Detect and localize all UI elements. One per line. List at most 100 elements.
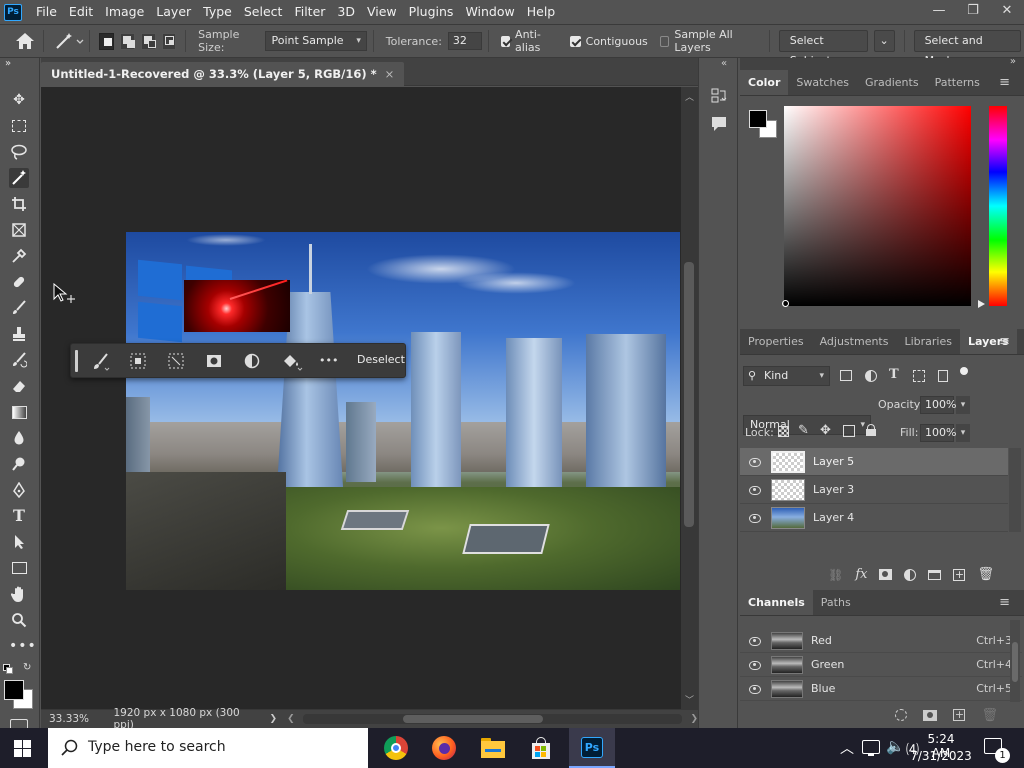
history-panel-icon[interactable] bbox=[709, 86, 729, 106]
fx-icon[interactable]: fx bbox=[855, 567, 867, 582]
filter-type-layers-icon[interactable]: T bbox=[889, 367, 899, 382]
zoom-tool-icon[interactable] bbox=[9, 610, 29, 630]
drag-handle-icon[interactable] bbox=[75, 350, 78, 372]
opacity-slider-icon[interactable]: ▾ bbox=[956, 396, 970, 414]
network-icon[interactable] bbox=[862, 740, 880, 756]
hand-tool-icon[interactable] bbox=[9, 584, 29, 604]
lock-transparent-pixels-icon[interactable] bbox=[778, 426, 789, 437]
tab-adjustments[interactable]: Adjustments bbox=[812, 329, 897, 354]
file-explorer-app-icon[interactable] bbox=[481, 738, 505, 758]
document-tab[interactable]: Untitled-1-Recovered @ 33.3% (Layer 5, R… bbox=[41, 62, 405, 86]
foreground-color-swatch[interactable] bbox=[4, 680, 24, 700]
taskbar-search-box[interactable]: Type here to search bbox=[48, 728, 368, 768]
layer-row[interactable]: Layer 3 bbox=[740, 476, 1008, 504]
anti-alias-checkbox[interactable]: Anti-alias bbox=[500, 28, 558, 54]
horizontal-scrollbar[interactable] bbox=[302, 714, 683, 724]
scroll-thumb[interactable] bbox=[684, 262, 694, 527]
move-tool-icon[interactable]: ✥ bbox=[9, 90, 29, 110]
layer-name[interactable]: Layer 3 bbox=[813, 483, 854, 496]
new-selection-icon[interactable] bbox=[99, 32, 115, 50]
layer-row[interactable]: Layer 5 bbox=[740, 448, 1008, 476]
close-tab-icon[interactable]: × bbox=[385, 67, 395, 81]
vertical-scrollbar[interactable]: ︿ ﹀ bbox=[681, 87, 698, 709]
hue-slider[interactable] bbox=[989, 106, 1007, 306]
menu-filter[interactable]: Filter bbox=[288, 0, 331, 24]
rectangle-tool-icon[interactable] bbox=[9, 558, 29, 578]
menu-plugins[interactable]: Plugins bbox=[403, 0, 460, 24]
zoom-level[interactable]: 33.33% bbox=[49, 713, 105, 725]
filter-toggle-icon[interactable] bbox=[960, 367, 968, 375]
clock-date[interactable]: 7/31/2023 bbox=[910, 749, 972, 763]
frame-tool-icon[interactable] bbox=[9, 220, 29, 240]
layer-filter-kind-dropdown[interactable]: ⚲ Kind ▾ bbox=[743, 366, 830, 386]
visibility-eye-icon[interactable] bbox=[748, 660, 762, 670]
scroll-up-icon[interactable]: ︿ bbox=[685, 90, 694, 103]
lock-artboard-icon[interactable] bbox=[843, 425, 855, 437]
panel-menu-icon[interactable]: ≡ bbox=[991, 70, 1018, 96]
menu-type[interactable]: Type bbox=[197, 0, 238, 24]
scroll-left-icon[interactable]: ❮ bbox=[287, 714, 295, 724]
menu-layer[interactable]: Layer bbox=[150, 0, 197, 24]
fill-slider-icon[interactable]: ▾ bbox=[956, 424, 970, 442]
layer-name[interactable]: Layer 5 bbox=[813, 455, 854, 468]
brush-tool-icon[interactable] bbox=[9, 298, 29, 318]
select-subject-dropdown[interactable]: ⌄ bbox=[873, 30, 895, 52]
panel-menu-icon[interactable]: ≡ bbox=[991, 329, 1018, 355]
quick-mask-icon[interactable] bbox=[10, 719, 28, 728]
close-button[interactable]: ✕ bbox=[990, 0, 1024, 24]
dodge-tool-icon[interactable] bbox=[9, 454, 29, 474]
lock-all-icon[interactable] bbox=[866, 424, 876, 436]
select-and-mask-button[interactable]: Select and Mask... bbox=[913, 30, 1021, 67]
visibility-eye-icon[interactable] bbox=[748, 457, 762, 467]
tab-swatches[interactable]: Swatches bbox=[788, 70, 857, 95]
visibility-eye-icon[interactable] bbox=[748, 513, 762, 523]
gradient-tool-icon[interactable] bbox=[9, 402, 29, 422]
collapse-panel-icon[interactable]: » bbox=[1010, 56, 1016, 67]
more-options-icon[interactable]: ••• bbox=[319, 354, 338, 367]
menu-file[interactable]: File bbox=[30, 0, 63, 24]
lasso-tool-icon[interactable] bbox=[9, 142, 29, 162]
layer-name[interactable]: Layer 4 bbox=[813, 511, 854, 524]
invert-selection-icon[interactable] bbox=[129, 352, 149, 372]
fill-selection-icon[interactable] bbox=[281, 352, 305, 372]
channel-row[interactable]: Blue Ctrl+5 bbox=[740, 677, 1022, 701]
new-layer-icon[interactable]: + bbox=[953, 568, 966, 581]
expand-panels-icon[interactable]: « bbox=[721, 58, 727, 69]
photoshop-taskbar-button[interactable]: Ps bbox=[569, 728, 615, 768]
tab-patterns[interactable]: Patterns bbox=[927, 70, 988, 95]
document-image[interactable] bbox=[126, 232, 680, 590]
fill-input[interactable]: 100% bbox=[920, 424, 956, 442]
menu-window[interactable]: Window bbox=[459, 0, 520, 24]
menu-help[interactable]: Help bbox=[521, 0, 562, 24]
document-info-menu-icon[interactable]: ❯ bbox=[270, 714, 278, 724]
minimize-button[interactable]: — bbox=[922, 0, 956, 24]
history-brush-tool-icon[interactable] bbox=[9, 350, 29, 370]
blur-tool-icon[interactable] bbox=[9, 428, 29, 448]
magic-wand-tool-icon[interactable] bbox=[9, 168, 29, 188]
foreground-color-chip[interactable] bbox=[749, 110, 767, 128]
filter-shape-layers-icon[interactable] bbox=[913, 370, 925, 382]
windows-start-icon[interactable] bbox=[14, 740, 32, 757]
volume-icon[interactable]: 🔈 bbox=[886, 737, 905, 755]
comments-panel-icon[interactable] bbox=[709, 114, 729, 134]
brush-settings-icon[interactable] bbox=[91, 352, 113, 372]
menu-3d[interactable]: 3D bbox=[331, 0, 361, 24]
intersect-selection-icon[interactable] bbox=[161, 32, 177, 50]
pen-tool-icon[interactable] bbox=[9, 480, 29, 500]
deselect-button[interactable]: Deselect bbox=[357, 353, 405, 366]
hue-slider-arrow-icon[interactable] bbox=[978, 300, 985, 308]
marquee-tool-icon[interactable] bbox=[9, 116, 29, 136]
channels-scrollbar[interactable] bbox=[1010, 620, 1020, 702]
opacity-input[interactable]: 100% bbox=[920, 396, 956, 414]
firefox-app-icon[interactable] bbox=[432, 736, 456, 760]
link-layers-icon[interactable]: ⛓ bbox=[828, 568, 843, 582]
scroll-thumb[interactable] bbox=[402, 715, 543, 723]
visibility-eye-icon[interactable] bbox=[748, 485, 762, 495]
sample-size-dropdown[interactable]: Point Sample ▾ bbox=[264, 31, 367, 51]
delete-layer-trash-icon[interactable]: 🗑 bbox=[977, 567, 994, 582]
layer-row[interactable]: Layer 4 bbox=[740, 504, 1008, 532]
subtract-from-selection-icon[interactable] bbox=[140, 32, 156, 50]
select-subject-button[interactable]: Select Subject bbox=[778, 30, 868, 67]
new-adjustment-layer-icon[interactable] bbox=[243, 352, 263, 372]
restore-button[interactable]: ❐ bbox=[956, 0, 990, 24]
